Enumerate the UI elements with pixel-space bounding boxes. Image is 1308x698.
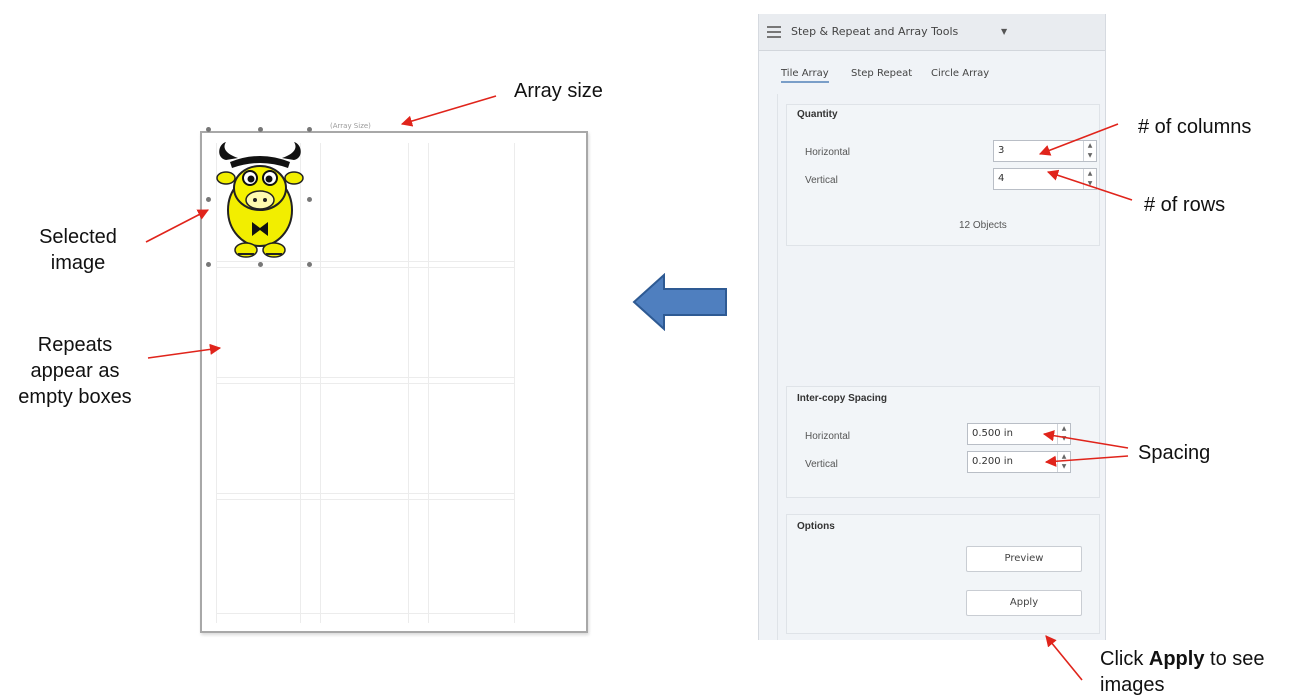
arrow-repeats (147, 343, 222, 359)
arrow-spacing-vertical (1044, 455, 1129, 467)
arrow-selected-image (145, 209, 209, 243)
arrow-array-size (400, 95, 497, 127)
arrow-spacing-horizontal (1042, 430, 1129, 449)
annotation-arrows (145, 95, 1133, 681)
arrow-rows (1046, 169, 1133, 201)
arrow-apply (1045, 635, 1083, 681)
arrow-columns (1038, 123, 1119, 156)
